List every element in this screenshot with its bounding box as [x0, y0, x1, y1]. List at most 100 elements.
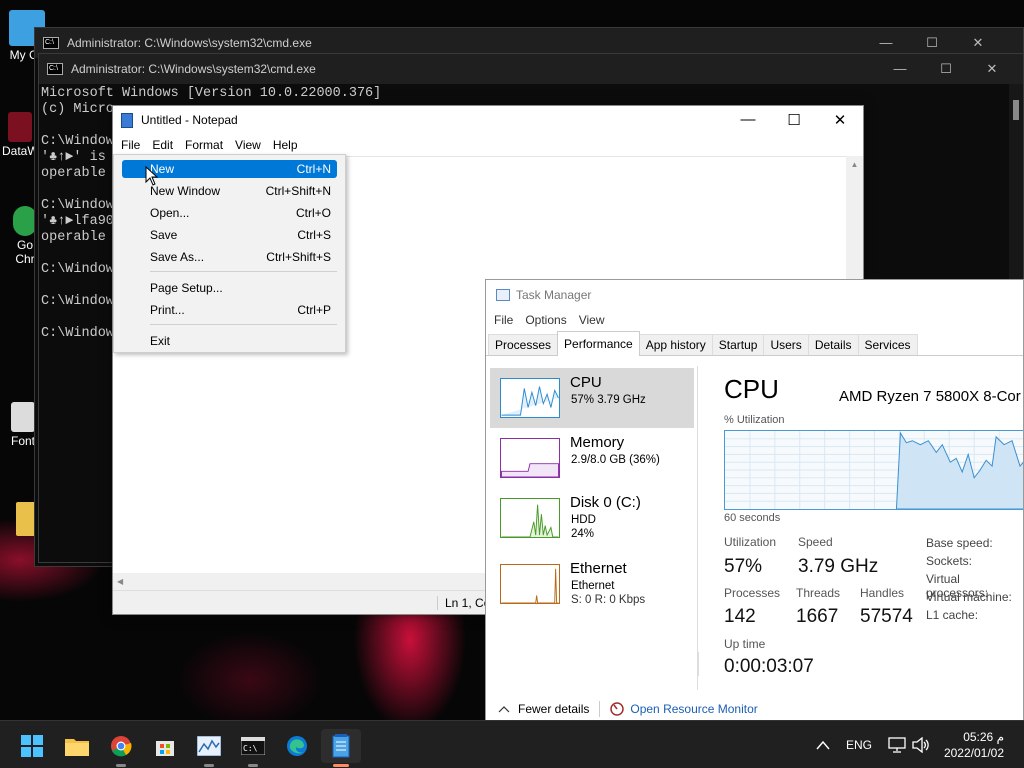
menu-item-save[interactable]: Save Ctrl+S — [122, 226, 337, 244]
divider — [599, 701, 601, 717]
tab-performance[interactable]: Performance — [557, 331, 640, 356]
resource-disk[interactable]: Disk 0 (C:) HDD 24% — [490, 488, 694, 548]
menu-item-save-as[interactable]: Save As... Ctrl+Shift+S — [122, 248, 337, 266]
cpu-model: AMD Ryzen 7 5800X 8-Cor — [839, 388, 1021, 405]
ethernet-sparkline — [500, 564, 560, 604]
menu-view[interactable]: View — [573, 313, 611, 327]
menu-format[interactable]: Format — [179, 138, 229, 152]
minimize-button[interactable]: — — [725, 111, 771, 129]
open-resource-monitor-label: Open Resource Monitor — [630, 702, 758, 716]
menu-help[interactable]: Help — [267, 138, 304, 152]
tab-app-history[interactable]: App history — [638, 334, 713, 355]
cmd-titlebar[interactable]: C:\ Administrator: C:\Windows\system32\c… — [39, 54, 1023, 84]
start-icon — [21, 735, 43, 757]
notepad-titlebar[interactable]: Untitled - Notepad — ☐ ✕ — [113, 106, 863, 134]
menu-view[interactable]: View — [229, 138, 267, 152]
scroll-left-icon[interactable]: ◀ — [113, 577, 123, 586]
menu-options[interactable]: Options — [519, 313, 572, 327]
close-button[interactable]: ✕ — [969, 61, 1015, 77]
menu-item-label: Page Setup... — [150, 281, 223, 295]
fewer-details-label: Fewer details — [518, 702, 590, 716]
fewer-details-button[interactable]: Fewer details — [498, 702, 589, 716]
clock[interactable]: 05:26 م 2022/01/02 — [944, 729, 1004, 761]
cursor-position: Ln 1, Co — [437, 596, 490, 610]
scroll-thumb[interactable] — [1013, 100, 1019, 120]
menu-bar: File Edit Format View Help — [113, 134, 863, 156]
menu-edit[interactable]: Edit — [146, 138, 179, 152]
menu-file[interactable]: File — [488, 313, 519, 327]
volume-button[interactable] — [912, 721, 930, 768]
window-title: Untitled - Notepad — [141, 113, 238, 127]
window-title: Task Manager — [516, 288, 592, 302]
task-manager-window[interactable]: Task Manager File Options View Processes… — [485, 279, 1024, 731]
minimize-button[interactable]: — — [877, 61, 923, 77]
menu-file[interactable]: File — [115, 138, 146, 152]
resource-cpu[interactable]: CPU 57% 3.79 GHz — [490, 368, 694, 428]
processes-value: 142 — [724, 606, 756, 627]
tab-users[interactable]: Users — [763, 334, 809, 355]
threads-value: 1667 — [796, 606, 839, 627]
resource-name: Disk 0 (C:) — [570, 494, 641, 511]
show-hidden-icons-button[interactable] — [816, 721, 830, 768]
resource-detail: Ethernet — [571, 580, 615, 592]
cpu-sparkline — [500, 378, 560, 418]
task-manager-titlebar[interactable]: Task Manager — [486, 280, 1023, 310]
store-icon — [156, 741, 174, 756]
taskbar-task-manager[interactable] — [189, 729, 229, 767]
resource-name: Memory — [570, 434, 625, 451]
network-icon — [888, 737, 906, 753]
resource-memory[interactable]: Memory 2.9/8.0 GB (36%) — [490, 428, 694, 488]
scroll-up-icon[interactable]: ▲ — [846, 160, 863, 169]
start-button[interactable] — [12, 729, 52, 763]
maximize-button[interactable]: ☐ — [923, 61, 969, 77]
menu-item-page-setup[interactable]: Page Setup... — [122, 279, 337, 297]
disk-sparkline — [500, 498, 560, 538]
close-button[interactable]: ✕ — [955, 35, 1001, 51]
resource-name: Ethernet — [570, 560, 627, 577]
menu-item-label: Open... — [150, 206, 190, 220]
menu-item-label: Exit — [150, 334, 171, 348]
menu-item-open[interactable]: Open... Ctrl+O — [122, 204, 337, 222]
task-manager-icon — [496, 289, 510, 301]
desktop-icon-dataw[interactable]: DataW — [2, 112, 39, 158]
taskbar-store[interactable] — [145, 729, 185, 763]
folder-icon[interactable] — [16, 502, 36, 536]
menu-item-label: Save As... — [150, 250, 205, 264]
menu-item-shortcut: Ctrl+P — [297, 303, 331, 317]
resource-detail: 2.9/8.0 GB (36%) — [571, 454, 660, 466]
tab-services[interactable]: Services — [857, 334, 918, 355]
menu-item-label: Print... — [150, 303, 185, 317]
language-indicator[interactable]: ENG — [846, 721, 872, 768]
desktop-icon-label: Go Chr — [15, 238, 35, 266]
open-resource-monitor-link[interactable]: Open Resource Monitor — [610, 702, 758, 716]
tab-details[interactable]: Details — [807, 334, 859, 355]
taskbar-file-explorer[interactable] — [57, 729, 97, 763]
taskbar-chrome[interactable] — [101, 729, 141, 767]
close-button[interactable]: ✕ — [817, 111, 863, 129]
menu-item-exit[interactable]: Exit — [122, 332, 337, 350]
tab-startup[interactable]: Startup — [711, 334, 765, 355]
taskbar-notepad[interactable] — [321, 729, 361, 767]
chrome-icon — [111, 736, 132, 757]
tab-processes[interactable]: Processes — [488, 334, 559, 355]
network-button[interactable] — [888, 721, 906, 768]
taskbar-edge[interactable] — [277, 729, 317, 763]
time-axis-label: 60 seconds — [724, 512, 781, 524]
font-folder-icon — [11, 402, 35, 432]
maximize-button[interactable]: ☐ — [771, 111, 817, 129]
menu-bar: File Options View — [486, 310, 1023, 330]
menu-item-shortcut: Ctrl+O — [295, 206, 331, 220]
window-title: Administrator: C:\Windows\system32\cmd.e… — [67, 36, 312, 50]
minimize-button[interactable]: — — [863, 35, 909, 51]
menu-item-label: New Window — [150, 184, 221, 198]
maximize-button[interactable]: ☐ — [909, 35, 955, 51]
menu-item-shortcut: Ctrl+N — [296, 162, 331, 176]
taskbar-terminal[interactable]: C:\ — [233, 729, 273, 767]
resource-name: CPU — [570, 374, 602, 391]
uptime-value: 0:00:03:07 — [724, 656, 814, 677]
speed-label: Speed — [798, 535, 833, 549]
uptime-label: Up time — [724, 637, 766, 651]
menu-item-print[interactable]: Print... Ctrl+P — [122, 301, 337, 319]
chevron-up-icon — [498, 706, 510, 713]
resource-ethernet[interactable]: Ethernet Ethernet S: 0 R: 0 Kbps — [490, 554, 694, 614]
